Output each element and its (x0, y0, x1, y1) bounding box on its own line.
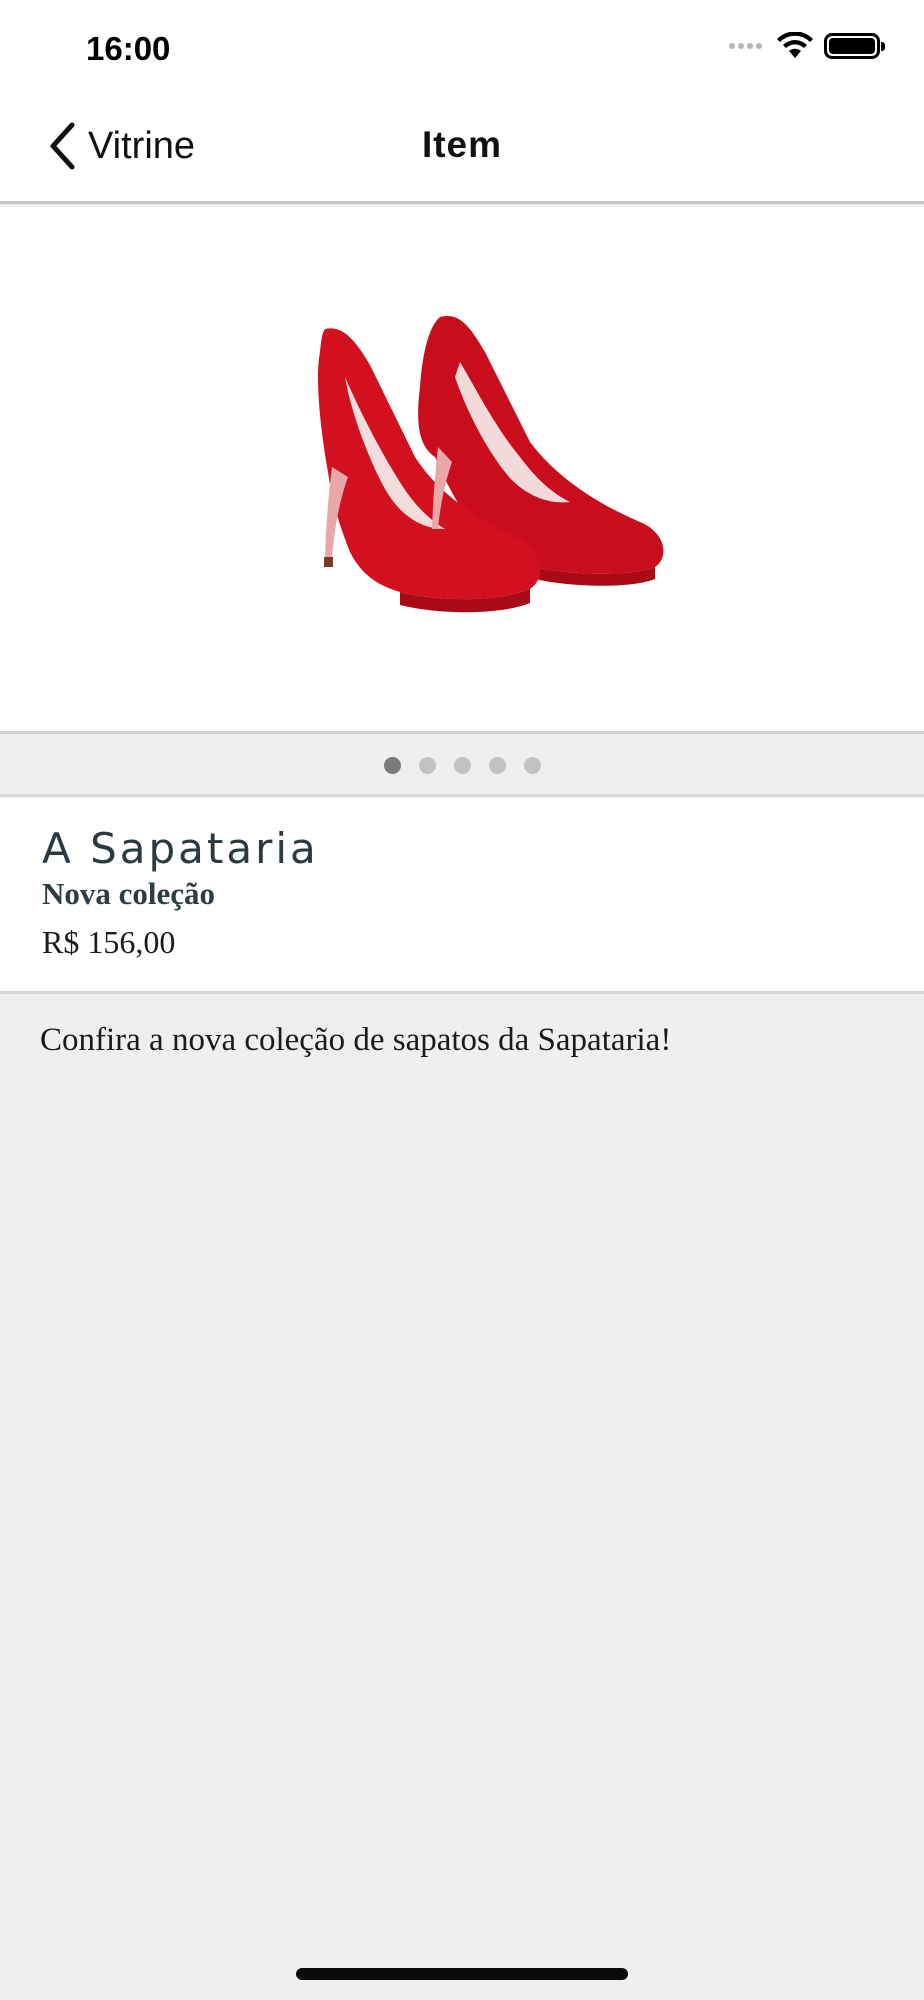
red-high-heel-shoes-image (317, 316, 664, 613)
product-image-carousel[interactable] (0, 207, 924, 734)
page-title: Item (421, 124, 503, 165)
page-dot[interactable] (383, 757, 401, 774)
page-dot[interactable] (418, 757, 436, 774)
collection-name: Nova coleção (42, 876, 216, 911)
product-info: A Sapataria Nova coleção R$ 156,00 (0, 798, 924, 994)
cellular-signal-icon (729, 43, 762, 49)
page-dot[interactable] (488, 757, 506, 774)
store-name: A Sapataria (42, 824, 319, 873)
wifi-icon (777, 32, 813, 58)
status-bar: 16:00 (0, 0, 924, 100)
product-price: R$ 156,00 (42, 924, 176, 960)
status-icons (729, 32, 885, 60)
page-dot[interactable] (523, 757, 541, 774)
home-indicator[interactable] (296, 1968, 628, 1980)
battery-icon (824, 33, 885, 59)
page-dot[interactable] (453, 757, 471, 774)
navigation-bar: Vitrine Item (0, 100, 924, 204)
page-indicator (0, 737, 924, 797)
status-time: 16:00 (86, 30, 171, 67)
product-description: Confira a nova coleção de sapatos da Sap… (40, 1022, 672, 1058)
item-detail-screen: 16:00 Vitrine Item A Sapataria Nova cole… (0, 0, 924, 2000)
